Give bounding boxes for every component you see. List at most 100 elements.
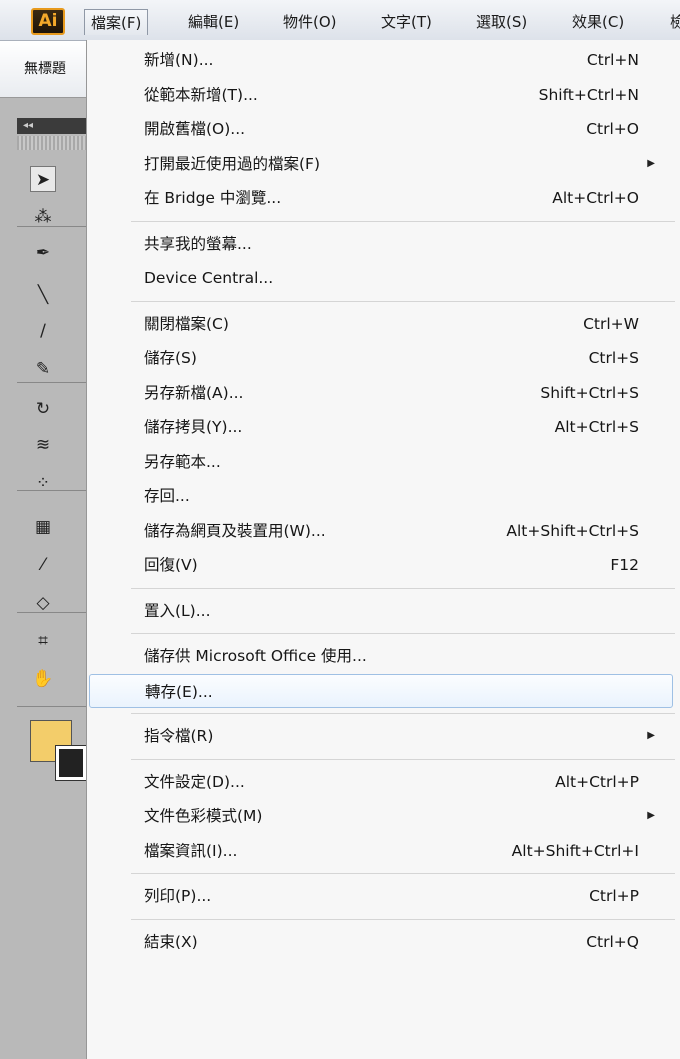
menu-item[interactable]: 另存範本... [87,445,675,479]
menu-item-label: 指令檔(R) [144,727,214,745]
menu-item-label: 關閉檔案(C) [144,314,229,333]
submenu-arrow-icon: ▶ [647,730,655,741]
selection-tool-icon[interactable]: ➤ [30,166,56,192]
menu-item-label: 存回... [144,487,190,505]
menu-effect[interactable]: 效果(C) [572,9,624,35]
menu-item-shortcut: Ctrl+S [588,349,639,367]
menu-type[interactable]: 文字(T) [381,9,432,35]
tool-separator [17,612,86,613]
menu-item[interactable]: 回復(V) F12 [87,548,675,582]
menu-item-shortcut: Alt+Ctrl+P [555,772,639,791]
menu-item-shortcut: Shift+Ctrl+S [540,383,639,402]
app-logo[interactable]: Ai [31,8,65,35]
menu-item-label: 儲存為網頁及裝置用(W)... [144,521,326,540]
tool-separator [17,706,86,707]
graph-tool-icon[interactable]: ▦ [30,514,56,540]
blob-brush-tool-icon[interactable]: ✎ [30,356,56,382]
menu-item-label: 置入(L)... [144,601,211,620]
menu-item-shortcut: F12 [610,556,639,574]
line-tool-icon[interactable]: ╲ [30,282,56,308]
menu-item-shortcut: Alt+Shift+Ctrl+I [511,841,639,860]
menu-item-shortcut: Alt+Shift+Ctrl+S [506,521,639,540]
menu-item-label: 文件設定(D)... [144,772,245,791]
menu-item[interactable]: 打開最近使用過的檔案(F) ▶ [87,147,675,181]
rotate-tool-icon[interactable]: ↻ [30,396,56,422]
menu-item-label: 儲存拷貝(Y)... [144,418,243,436]
menu-item-label: 檔案資訊(I)... [144,841,238,860]
menu-item[interactable]: 結束(X) Ctrl+Q [87,925,675,959]
menu-item[interactable]: 文件色彩模式(M) ▶ [87,799,675,833]
menu-item-label: 文件色彩模式(M) [144,807,263,825]
menu-item[interactable]: 置入(L)... [87,594,675,628]
menu-view[interactable]: 檢 [670,9,680,35]
menu-separator [131,713,675,714]
submenu-arrow-icon: ▶ [647,157,655,169]
menu-item-label: 共享我的螢幕... [144,234,252,253]
document-tab[interactable]: 無標題 [24,58,86,78]
eyedropper-tool-icon[interactable]: ⁄ [30,552,56,578]
menu-item[interactable]: 儲存供 Microsoft Office 使用... [87,639,675,673]
menu-item-label: 新增(N)... [144,51,214,69]
menu-item[interactable]: 開啟舊檔(O)... Ctrl+O [87,112,675,146]
menu-separator [131,220,675,222]
tool-separator [17,226,86,227]
hand-tool-icon[interactable]: ✋ [30,666,56,692]
tool-separator [17,490,86,491]
menu-separator [131,758,675,760]
menu-item[interactable]: 列印(P)... Ctrl+P [87,879,675,913]
menu-item[interactable]: 儲存(S) Ctrl+S [87,341,675,375]
menu-item[interactable]: 從範本新增(T)... Shift+Ctrl+N [87,78,675,112]
menu-separator [131,918,675,920]
stroke-color-swatch[interactable] [55,745,87,781]
menu-item-label: 另存範本... [144,452,221,471]
menu-item-label: 在 Bridge 中瀏覽... [144,189,282,207]
tools-panel-grip[interactable] [17,136,86,150]
menu-separator [131,587,675,589]
menu-select[interactable]: 選取(S) [476,9,527,35]
menu-item-label: 轉存(E)... [145,682,213,701]
menu-separator [131,873,675,874]
menu-item[interactable]: 儲存拷貝(Y)... Alt+Ctrl+S [87,410,675,444]
menu-bar: Ai 檔案(F) 編輯(E) 物件(O) 文字(T) 選取(S) 效果(C) 檢 [0,0,680,41]
menu-item-shortcut: Ctrl+W [583,314,639,333]
menu-object[interactable]: 物件(O) [283,9,337,35]
menu-item[interactable]: 共享我的螢幕... [87,227,675,261]
menu-item-shortcut: Ctrl+N [586,51,639,69]
menu-item-label: 回復(V) [144,556,198,574]
menu-item-label: 另存新檔(A)... [144,383,244,402]
menu-item-shortcut: Ctrl+P [589,887,639,905]
pen-tool-icon[interactable]: ✒ [30,240,56,266]
menu-item[interactable]: 轉存(E)... [89,673,673,708]
menu-item-label: 從範本新增(T)... [144,85,258,104]
menu-item[interactable]: 指令檔(R) ▶ [87,719,675,753]
menu-item[interactable]: 另存新檔(A)... Shift+Ctrl+S [87,376,675,410]
file-menu-dropdown: 新增(N)... Ctrl+N 從範本新增(T)... Shift+Ctrl+N 開啟舊… [86,40,680,1059]
menu-item[interactable]: 新增(N)... Ctrl+N [87,43,675,77]
menu-separator [131,633,675,634]
symbol-sprayer-tool-icon[interactable]: ⁘ [30,470,56,496]
paintbrush-tool-icon[interactable]: ∕ [30,318,56,344]
menu-item-label: 儲存供 Microsoft Office 使用... [144,647,367,665]
artboard-tool-icon[interactable]: ⌗ [30,628,56,654]
tools-panel [0,41,86,1059]
menu-item-label: 儲存(S) [144,349,197,367]
submenu-arrow-icon: ▶ [647,810,655,821]
menu-item-label: 列印(P)... [144,887,212,905]
menu-item[interactable]: 在 Bridge 中瀏覽... Alt+Ctrl+O [87,181,675,215]
menu-item[interactable]: 關閉檔案(C) Ctrl+W [87,307,675,341]
menu-item-shortcut: Alt+Ctrl+S [554,418,639,436]
menu-item-shortcut: Ctrl+Q [586,932,639,951]
menu-item[interactable]: 存回... [87,479,675,513]
tools-panel-collapse-button[interactable]: ◂◂ [17,118,86,134]
menu-file[interactable]: 檔案(F) [84,9,149,35]
menu-edit[interactable]: 編輯(E) [188,9,239,35]
menu-item-label: 打開最近使用過的檔案(F) [144,154,321,173]
menu-separator [131,300,675,302]
menu-item-label: Device Central... [144,269,274,287]
menu-item-label: 結束(X) [144,932,198,951]
menu-item[interactable]: 文件設定(D)... Alt+Ctrl+P [87,765,675,799]
warp-tool-icon[interactable]: ≋ [30,432,56,458]
menu-item[interactable]: Device Central... [87,261,675,295]
menu-item[interactable]: 儲存為網頁及裝置用(W)... Alt+Shift+Ctrl+S [87,514,675,548]
menu-item[interactable]: 檔案資訊(I)... Alt+Shift+Ctrl+I [87,834,675,868]
